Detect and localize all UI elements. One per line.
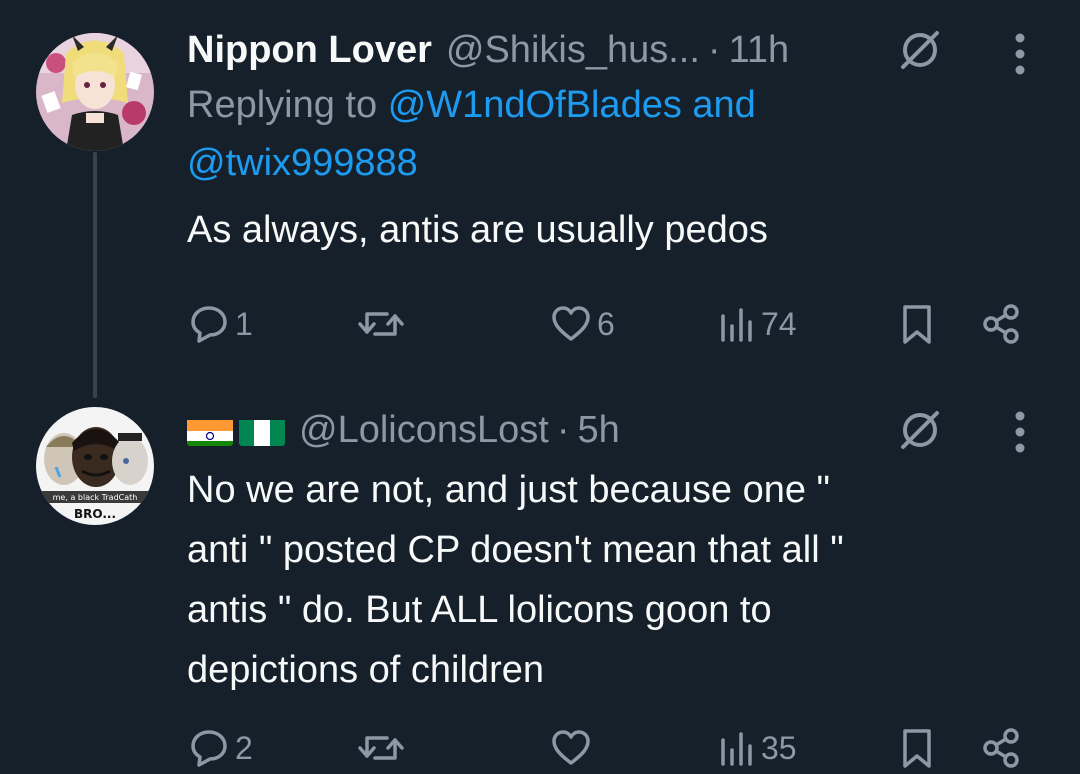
reply-button[interactable]: 1: [187, 298, 253, 350]
user-handle[interactable]: @Shikis_hus...: [446, 24, 700, 76]
more-icon[interactable]: [1008, 32, 1032, 81]
grok-icon[interactable]: [896, 406, 944, 459]
share-button[interactable]: [979, 722, 1023, 774]
bookmark-button[interactable]: [899, 298, 935, 350]
reply-icon: [191, 730, 227, 767]
reply-count: 2: [235, 729, 253, 766]
reply-icon: [191, 306, 227, 343]
tweet-text-line: antis " do. But ALL lolicons goon to: [187, 589, 772, 631]
like-button[interactable]: 6: [549, 298, 615, 350]
like-button[interactable]: [549, 722, 597, 774]
tweet-2-actions: 2 35: [187, 722, 1028, 774]
share-icon: [983, 304, 1019, 344]
views-icon: [721, 732, 752, 766]
bookmark-icon: [903, 305, 931, 344]
tweet-text: No we are not, and just because one " an…: [187, 460, 1028, 700]
bookmark-button[interactable]: [899, 722, 935, 774]
like-count: 6: [597, 305, 615, 342]
tweet-text-line: depictions of children: [187, 649, 544, 691]
avatar-caption-top: me, a black TradCath: [53, 493, 138, 502]
nigeria-flag-icon: [239, 414, 285, 446]
separator-dot: ·: [707, 29, 721, 71]
more-icon[interactable]: [1008, 410, 1032, 459]
retweet-button[interactable]: [357, 722, 409, 774]
replying-to-label: Replying to: [187, 84, 378, 126]
views-count: 74: [761, 305, 797, 342]
timestamp[interactable]: 11h: [729, 24, 790, 76]
mention-link[interactable]: @W1ndOfBlades: [388, 84, 682, 126]
avatar[interactable]: [36, 33, 154, 151]
tweet-text-line: anti " posted CP doesn't mean that all ": [187, 529, 844, 571]
mention-link[interactable]: @twix999888: [187, 142, 418, 184]
anime-girl-avatar-icon: [36, 33, 154, 151]
replying-to: Replying to @W1ndOfBlades and @twix99988…: [187, 76, 1028, 192]
thread-connector-line: [93, 152, 97, 398]
timestamp[interactable]: 5h: [577, 404, 619, 456]
india-flag-icon: [187, 414, 233, 446]
display-name[interactable]: Nippon Lover: [187, 24, 432, 76]
retweet-button[interactable]: [357, 298, 409, 350]
avatar[interactable]: me, a black TradCath BRO...: [36, 407, 154, 525]
display-name-flags[interactable]: [187, 414, 285, 446]
share-button[interactable]: [979, 298, 1023, 350]
mention-and[interactable]: and: [692, 84, 755, 126]
tweet-text: As always, antis are usually pedos: [187, 209, 768, 251]
meme-avatar-icon: me, a black TradCath BRO...: [36, 407, 154, 525]
bookmark-icon: [903, 729, 931, 768]
grok-icon[interactable]: [896, 26, 944, 79]
separator-dot: ·: [556, 409, 570, 451]
reply-count: 1: [235, 305, 253, 342]
views-count: 35: [761, 729, 797, 766]
tweet-1-actions: 1 6 74: [187, 298, 1028, 350]
views-button[interactable]: 35: [717, 722, 797, 774]
views-icon: [721, 308, 752, 342]
retweet-icon: [358, 312, 404, 336]
like-icon: [552, 730, 590, 765]
retweet-icon: [358, 736, 404, 760]
views-button[interactable]: 74: [717, 298, 797, 350]
reply-button[interactable]: 2: [187, 722, 253, 774]
share-icon: [983, 728, 1019, 768]
user-handle[interactable]: @LoliconsLost: [299, 404, 549, 456]
like-icon: [552, 306, 590, 341]
tweet-text-line: No we are not, and just because one ": [187, 469, 831, 511]
avatar-caption-bottom: BRO...: [74, 507, 116, 521]
